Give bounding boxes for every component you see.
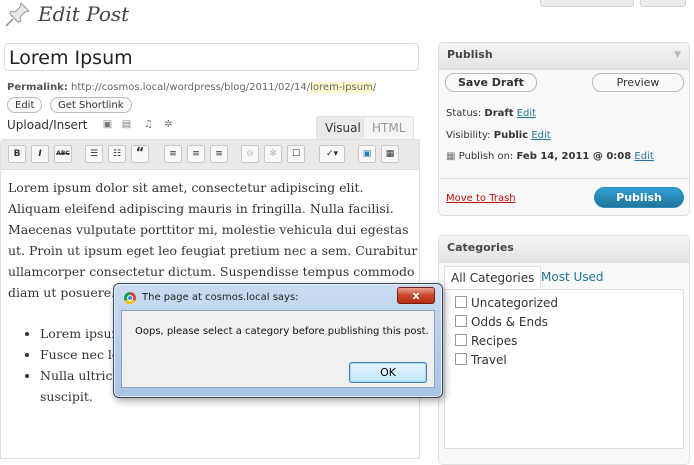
upload-insert-label: Upload/Insert (7, 118, 88, 132)
blockquote-button[interactable]: “ (131, 145, 149, 163)
publish-on-label: Publish on: (458, 151, 514, 162)
tab-all-categories[interactable]: All Categories (444, 266, 542, 290)
visibility-value: Public (493, 130, 529, 141)
category-label: Odds & Ends (471, 315, 548, 329)
publish-date-row: ▦ Publish on: Feb 14, 2011 @ 0:08 Edit (446, 151, 654, 162)
move-to-trash-text[interactable]: Move to Trash (446, 193, 516, 204)
insert-more-icon[interactable]: ☐ (287, 145, 305, 163)
move-to-trash-link[interactable]: Move to Trash (446, 193, 516, 204)
bullet-list-button[interactable]: ☰ (85, 145, 103, 163)
checkbox[interactable] (455, 315, 467, 327)
collapse-arrow-icon[interactable]: ▼ (674, 43, 681, 67)
publish-heading-text: Publish (447, 48, 493, 61)
publish-on-value: Feb 14, 2011 @ 0:08 (516, 151, 632, 162)
checkbox[interactable] (455, 353, 467, 365)
preview-button[interactable]: Preview (592, 73, 684, 92)
status-label: Status: (446, 108, 482, 119)
edit-date-link[interactable]: Edit (634, 151, 653, 162)
editor-toolbar: B I ABC ☰ ☷ “ ≡ ≡ ≡ ⊖ ✻ ☐ ✓▾ ▣ ▦ (1, 140, 419, 170)
numbered-list-button[interactable]: ☷ (108, 145, 126, 163)
post-title-input[interactable]: Lorem Ipsum (4, 43, 419, 71)
add-image-icon[interactable]: ▣ (102, 120, 113, 130)
permalink-slug[interactable]: lorem-ipsum (310, 82, 373, 93)
category-item[interactable]: Recipes (455, 334, 517, 348)
add-media-icon[interactable]: ✲ (163, 120, 174, 130)
ok-button[interactable]: OK (349, 362, 427, 383)
edit-visibility-link[interactable]: Edit (531, 130, 550, 141)
fullscreen-icon[interactable]: ▣ (358, 145, 376, 163)
unlink-icon[interactable]: ✻ (264, 145, 282, 163)
category-label: Recipes (471, 334, 518, 348)
visibility-label: Visibility: (446, 130, 491, 141)
checkbox[interactable] (455, 334, 467, 346)
category-label: Uncategorized (471, 296, 558, 310)
dialog-message: Oops, please select a category before pu… (135, 326, 429, 337)
dialog-title: The page at cosmos.local says: (142, 292, 299, 303)
checkbox[interactable] (455, 296, 467, 308)
insert-link-icon[interactable]: ⊖ (241, 145, 259, 163)
category-list (444, 289, 684, 449)
dialog-close-button[interactable]: x (397, 287, 435, 304)
status-row: Status: Draft Edit (446, 108, 536, 119)
publish-button[interactable]: Publish (594, 187, 684, 208)
page-title: Edit Post (38, 2, 130, 26)
bold-button[interactable]: B (8, 145, 26, 163)
publish-heading: Publish ▼ (439, 43, 689, 70)
add-audio-icon[interactable]: ♫ (143, 120, 154, 130)
category-item[interactable]: Uncategorized (455, 296, 558, 310)
category-item[interactable]: Odds & Ends (455, 315, 548, 329)
categories-heading: Categories (439, 236, 689, 263)
status-value: Draft (484, 108, 514, 119)
tab-html[interactable]: HTML (363, 116, 415, 140)
calendar-icon: ▦ (446, 151, 456, 162)
permalink-row: Permalink: http://cosmos.local/wordpress… (7, 82, 376, 93)
tab-visual[interactable]: Visual (316, 116, 370, 140)
spellcheck-icon[interactable]: ✓▾ (319, 145, 345, 163)
help-tab[interactable] (640, 0, 686, 7)
get-shortlink-button[interactable]: Get Shortlink (50, 97, 132, 113)
permalink-label: Permalink: (7, 82, 68, 93)
publish-divider (439, 178, 689, 179)
chrome-icon (124, 292, 136, 304)
kitchen-sink-icon[interactable]: ▦ (381, 145, 399, 163)
italic-button[interactable]: I (31, 145, 49, 163)
align-right-button[interactable]: ≡ (210, 145, 228, 163)
pushpin-icon (5, 2, 30, 27)
category-label: Travel (471, 353, 507, 367)
align-center-button[interactable]: ≡ (187, 145, 205, 163)
align-left-button[interactable]: ≡ (164, 145, 182, 163)
strikethrough-button[interactable]: ABC (54, 145, 72, 163)
screen-options-tab[interactable] (540, 0, 634, 7)
permalink-url-end: / (372, 82, 377, 93)
category-item[interactable]: Travel (455, 353, 507, 367)
edit-status-link[interactable]: Edit (517, 108, 536, 119)
visibility-row: Visibility: Public Edit (446, 130, 551, 141)
tab-most-used[interactable]: Most Used (535, 266, 610, 290)
add-video-icon[interactable]: ▤ (121, 120, 132, 130)
permalink-url: http://cosmos.local/wordpress/blog/2011/… (71, 82, 311, 93)
edit-permalink-button[interactable]: Edit (7, 97, 43, 113)
save-draft-button[interactable]: Save Draft (445, 73, 537, 92)
